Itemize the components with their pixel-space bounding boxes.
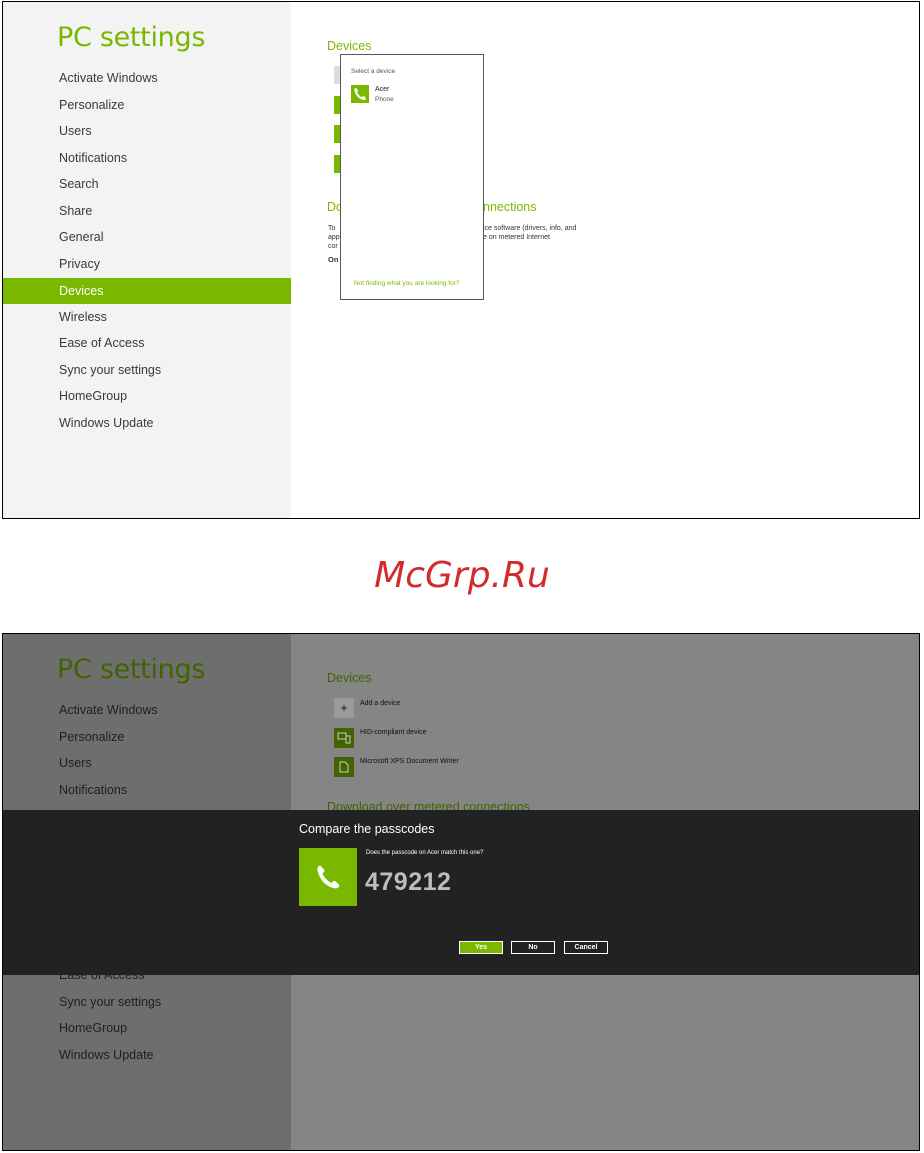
- select-device-flyout: Select a device Acer Phone Not finding w…: [340, 54, 484, 300]
- metered-text-left-1: To: [328, 225, 336, 232]
- device-name[interactable]: Acer: [375, 86, 389, 93]
- metered-text-right-2: e on metered Internet: [483, 234, 550, 241]
- no-button[interactable]: No: [511, 941, 555, 954]
- sidebar-item-notifications[interactable]: Notifications: [3, 777, 291, 803]
- settings-sidebar: PC settings Activate Windows Personalize…: [3, 2, 291, 518]
- cancel-button[interactable]: Cancel: [564, 941, 608, 954]
- sidebar-item-privacy[interactable]: Privacy: [3, 251, 291, 277]
- sidebar-item-activate-windows[interactable]: Activate Windows: [3, 697, 291, 723]
- phone-icon: [299, 848, 357, 906]
- metered-toggle-label[interactable]: On: [328, 255, 338, 264]
- plus-icon[interactable]: +: [334, 698, 354, 718]
- sidebar-item-homegroup[interactable]: HomeGroup: [3, 383, 291, 409]
- hid-device-label[interactable]: HID-compliant device: [360, 729, 427, 736]
- page-title: PC settings: [57, 22, 206, 53]
- sidebar-item-general[interactable]: General: [3, 224, 291, 250]
- sidebar-item-notifications[interactable]: Notifications: [3, 145, 291, 171]
- sidebar-item-personalize[interactable]: Personalize: [3, 92, 291, 118]
- dialog-question: Does the passcode on Acer match this one…: [366, 850, 484, 856]
- devices-heading: Devices: [327, 39, 372, 53]
- sidebar-item-windows-update[interactable]: Windows Update: [3, 1042, 291, 1068]
- sidebar-item-activate-windows[interactable]: Activate Windows: [3, 65, 291, 91]
- screenshot-pc-settings-select-device: PC settings Activate Windows Personalize…: [2, 1, 920, 519]
- dialog-title: Compare the passcodes: [299, 822, 435, 836]
- watermark: McGrp.Ru: [374, 555, 550, 596]
- metered-heading-end: nnections: [483, 200, 537, 214]
- sidebar-item-wireless[interactable]: Wireless: [3, 304, 291, 330]
- xps-writer-label[interactable]: Microsoft XPS Document Writer: [360, 758, 459, 765]
- page-title: PC settings: [57, 654, 206, 685]
- sidebar-item-sync-settings[interactable]: Sync your settings: [3, 989, 291, 1015]
- metered-text-right-1: ice software (drivers, info, and: [483, 225, 577, 232]
- sidebar-item-share[interactable]: Share: [3, 198, 291, 224]
- sidebar-item-devices[interactable]: Devices: [3, 278, 291, 304]
- sidebar-item-users[interactable]: Users: [3, 118, 291, 144]
- screenshot-compare-passcodes: PC settings Activate Windows Personalize…: [2, 633, 920, 1151]
- sidebar-item-ease-of-access[interactable]: Ease of Access: [3, 330, 291, 356]
- flyout-title: Select a device: [351, 68, 396, 75]
- metered-text-left-2: app: [328, 234, 340, 241]
- compare-passcodes-dialog: Compare the passcodes Does the passcode …: [3, 810, 919, 975]
- sidebar-item-windows-update[interactable]: Windows Update: [3, 410, 291, 436]
- printer-doc-icon[interactable]: [334, 757, 354, 777]
- device-type: Phone: [375, 96, 394, 103]
- metered-text-left-3: cor: [328, 243, 338, 250]
- yes-button[interactable]: Yes: [459, 941, 503, 954]
- not-finding-link[interactable]: Not finding what you are looking for?: [354, 280, 460, 287]
- sidebar-item-personalize[interactable]: Personalize: [3, 724, 291, 750]
- sidebar-item-homegroup[interactable]: HomeGroup: [3, 1015, 291, 1041]
- phone-icon[interactable]: [351, 85, 369, 103]
- add-device-label[interactable]: Add a device: [360, 700, 400, 707]
- hid-device-icon[interactable]: [334, 728, 354, 748]
- sidebar-item-sync-settings[interactable]: Sync your settings: [3, 357, 291, 383]
- sidebar-item-search[interactable]: Search: [3, 171, 291, 197]
- passcode-value: 479212: [365, 868, 452, 896]
- sidebar-item-users[interactable]: Users: [3, 750, 291, 776]
- devices-heading: Devices: [327, 671, 372, 685]
